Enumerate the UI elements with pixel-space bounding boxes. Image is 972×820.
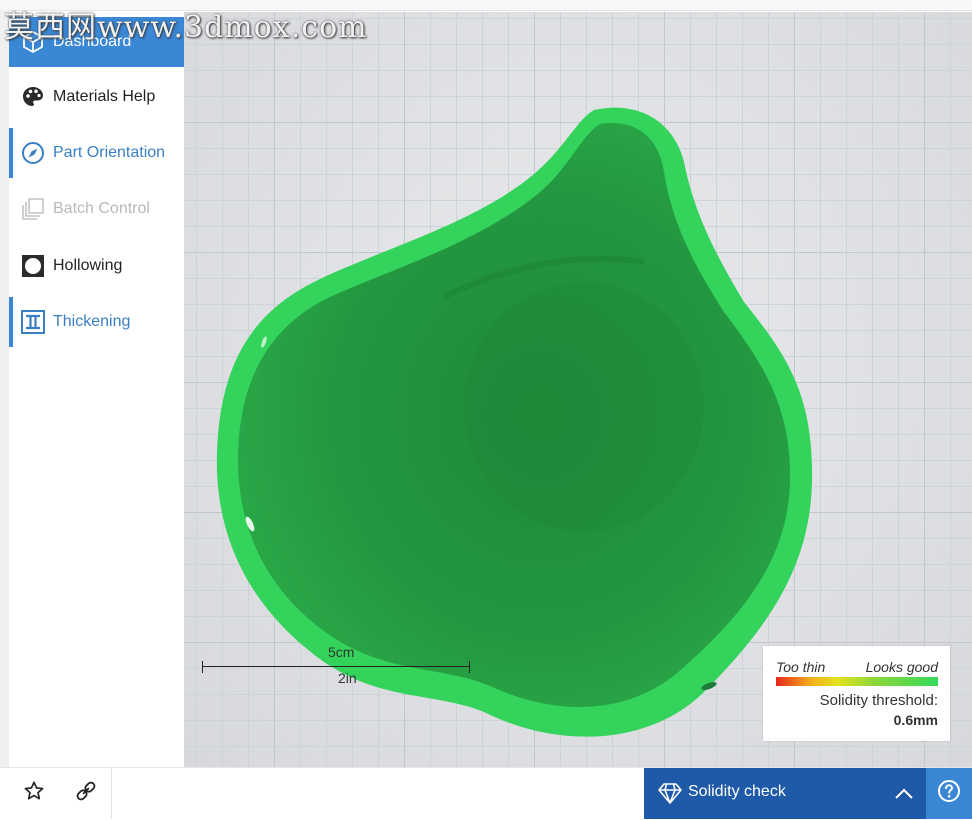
solidity-check-button[interactable]: Solidity check [644, 768, 926, 819]
layers-icon [21, 197, 45, 221]
legend-too-thin-label: Too thin [776, 659, 826, 675]
sidebar-item-label: Part Orientation [53, 144, 166, 161]
help-icon [937, 779, 961, 808]
sidebar-item-thickening[interactable]: Thickening [9, 297, 184, 347]
watermark-text: 莫西网www.3dmox.com [4, 10, 368, 45]
legend-looks-good-label: Looks good [865, 659, 938, 675]
sidebar: Dashboard Materials Help Part Orientatio… [9, 12, 184, 767]
legend-gradient-bar [776, 677, 938, 686]
scale-metric-label: 5cm [328, 644, 355, 660]
scale-imperial-label: 2in [338, 670, 357, 686]
sidebar-item-label: Batch Control [53, 200, 150, 217]
sidebar-item-label: Materials Help [53, 88, 156, 105]
favorite-button[interactable] [9, 768, 59, 819]
sidebar-item-materials-help[interactable]: Materials Help [9, 72, 184, 122]
share-link-button[interactable] [61, 768, 111, 819]
threshold-label: Solidity threshold: [819, 692, 938, 709]
sidebar-item-batch-control[interactable]: Batch Control [9, 184, 184, 234]
scale-line [202, 666, 470, 667]
star-icon [23, 780, 45, 807]
hollow-square-icon [21, 254, 45, 278]
compass-icon [21, 141, 45, 165]
left-edge [0, 10, 9, 819]
scale-bar: 5cm 2in [202, 642, 472, 692]
solidity-legend: Too thin Looks good Solidity threshold: … [763, 646, 950, 741]
chevron-up-icon[interactable] [894, 784, 914, 809]
palette-icon [21, 85, 45, 109]
toolbar-divider [111, 768, 112, 819]
sidebar-item-label: Hollowing [53, 257, 123, 274]
sidebar-item-hollowing[interactable]: Hollowing [9, 241, 184, 291]
sidebar-item-label: Thickening [53, 313, 131, 330]
scale-tick [469, 661, 470, 673]
scale-tick [202, 661, 203, 673]
bottom-toolbar: Solidity check [0, 767, 972, 820]
help-button[interactable] [926, 768, 972, 819]
sidebar-item-part-orientation[interactable]: Part Orientation [9, 128, 184, 178]
threshold-value: 0.6mm [893, 712, 938, 728]
i-beam-icon [21, 310, 45, 334]
diamond-icon [658, 782, 682, 809]
link-icon [74, 779, 98, 808]
solidity-check-label: Solidity check [688, 783, 786, 800]
